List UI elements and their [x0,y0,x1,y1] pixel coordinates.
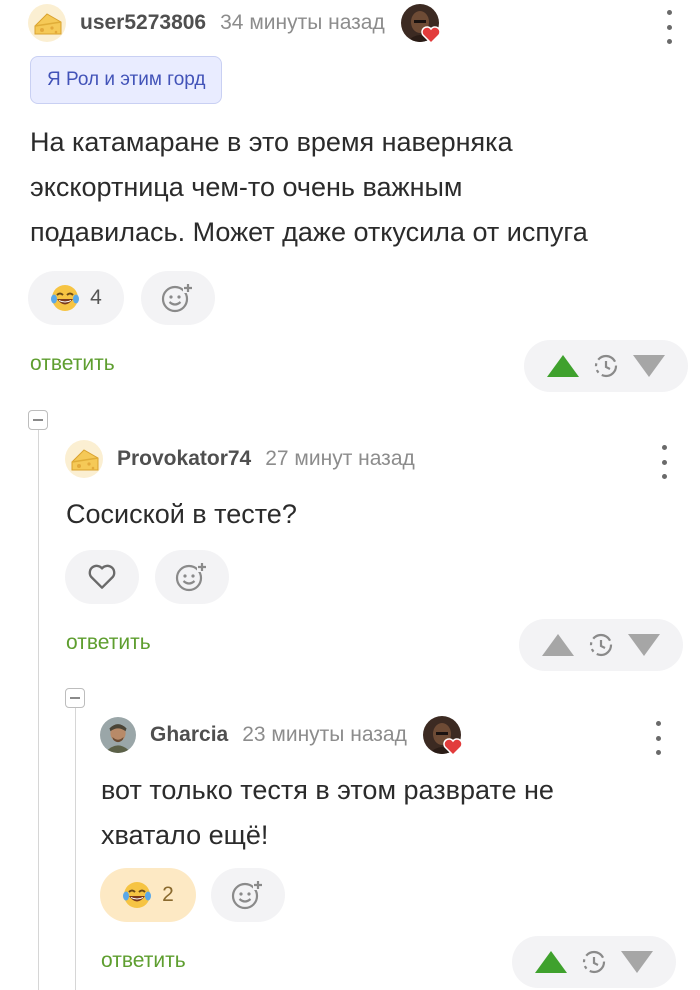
laughing-tears-emoji-icon [122,881,153,909]
comment-text-line: экскортница чем-то очень важным [30,172,463,202]
downvote-icon[interactable] [628,634,660,656]
heart-badge-icon [420,26,441,44]
username[interactable]: Gharcia [150,723,228,747]
more-options-icon[interactable] [659,445,669,479]
vote-controls [524,340,688,392]
reply-button[interactable]: ответить [66,631,151,655]
user-award-avatar [422,716,463,756]
save-later-clock-icon[interactable] [581,949,607,975]
user-avatar[interactable] [65,440,103,478]
comment-text: Сосиской в тесте? [66,492,686,537]
more-options-icon[interactable] [664,10,674,44]
user-avatar[interactable] [100,717,136,753]
comment-text-line: подавилась. Может даже откусила от испуг… [30,217,588,247]
user-award-avatar [400,4,441,44]
add-reaction-button[interactable] [141,271,215,325]
laughing-tears-emoji-icon [50,284,81,312]
user-tag[interactable]: Я Рол и этим горд [30,56,223,104]
add-emoji-icon [231,880,265,910]
comment-text: На катамаране в это время наверняка экск… [30,120,690,255]
add-reaction-button[interactable] [211,868,285,922]
downvote-icon[interactable] [633,355,665,377]
comment-time: 27 минут назад [265,447,415,470]
heart-icon [88,564,116,589]
heart-badge-icon [443,738,463,756]
vote-controls [519,619,683,671]
upvote-icon[interactable] [542,634,574,656]
username[interactable]: user5273806 [80,11,206,35]
comment-header: Provokator74 27 минут назад [65,440,415,478]
add-emoji-icon [161,283,195,313]
reaction-count: 4 [90,286,102,309]
comment-header: user5273806 34 минуты назад [28,4,441,44]
comment-text-line: хватало ещё! [101,820,269,850]
vote-controls [512,936,676,988]
upvote-icon[interactable] [547,355,579,377]
reaction-button[interactable]: 4 [28,271,124,325]
comment-text-line: На катамаране в это время наверняка [30,127,513,157]
reply-button[interactable]: ответить [30,352,115,376]
reaction-button[interactable] [65,550,139,604]
add-reaction-button[interactable] [155,550,229,604]
comment-time: 23 минуты назад [242,723,407,746]
comment-header: Gharcia 23 минуты назад [100,716,463,756]
downvote-icon[interactable] [621,951,653,973]
comment-time: 34 минуты назад [220,11,385,34]
comment: user5273806 34 минуты назад Я Рол и этим… [0,0,700,400]
user-avatar[interactable] [28,4,66,42]
add-emoji-icon [175,562,209,592]
reply-button[interactable]: ответить [101,949,186,973]
reaction-count: 2 [162,883,174,906]
upvote-icon[interactable] [535,951,567,973]
comment: Provokator74 27 минут назад Сосиской в т… [0,400,700,685]
comment-text-line: Сосиской в тесте? [66,499,297,529]
comment-text-line: вот только тестя в этом разврате не [101,775,554,805]
comment: Gharcia 23 минуты назад вот только тестя… [0,685,700,990]
username[interactable]: Provokator74 [117,447,251,471]
more-options-icon[interactable] [653,721,663,755]
reaction-button[interactable]: 2 [100,868,196,922]
save-later-clock-icon[interactable] [593,353,619,379]
save-later-clock-icon[interactable] [588,632,614,658]
comment-text: вот только тестя в этом разврате не хват… [101,768,691,858]
